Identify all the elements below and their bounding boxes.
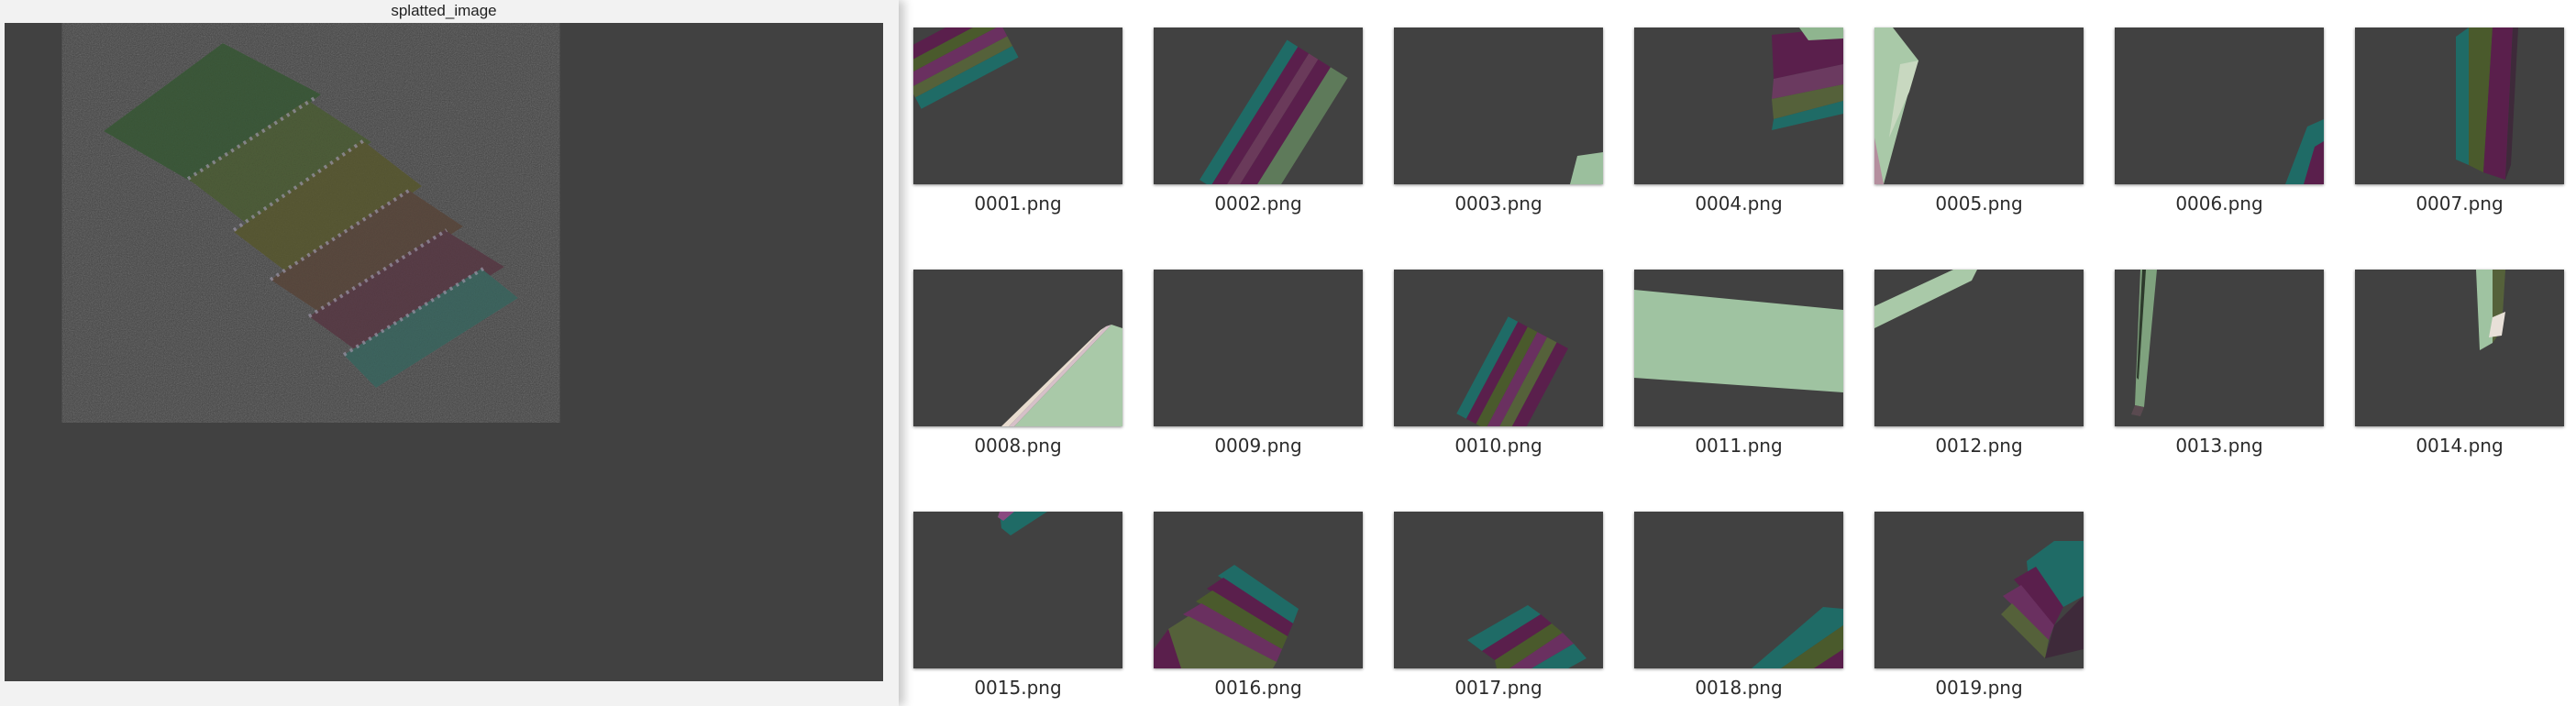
file-name: 0011.png [1695,435,1783,457]
file-item[interactable]: 0001.png [908,0,1122,215]
file-thumbnail[interactable] [913,28,1122,184]
file-item[interactable]: 0008.png [908,242,1122,457]
file-name: 0019.png [1935,677,2023,699]
file-thumbnail[interactable] [1394,28,1603,184]
thumbnail-image [1634,290,1843,392]
file-name: 0018.png [1695,677,1783,699]
thumbnail-image [1874,28,1918,184]
file-grid: 0001.png 0002.png 0003.png 0004.png 0005… [908,0,2576,706]
file-name: 0008.png [974,435,1062,457]
thumbnail-image [2131,270,2157,416]
thumbnail-image [1752,607,1843,668]
file-name: 0014.png [2416,435,2504,457]
thumbnail-image [1467,605,1587,668]
file-thumbnail[interactable] [1634,270,1843,426]
file-thumbnail[interactable] [1874,28,2084,184]
thumbnail-image [2456,28,2518,180]
file-thumbnail[interactable] [2115,270,2324,426]
file-item[interactable]: 0018.png [1629,484,1843,699]
file-name: 0001.png [974,193,1062,215]
file-name: 0002.png [1214,193,1302,215]
file-item[interactable]: 0002.png [1148,0,1363,215]
thumbnail-image [1570,152,1603,184]
file-thumbnail[interactable] [1154,270,1363,426]
viewer-canvas [5,23,883,681]
file-item[interactable]: 0010.png [1388,242,1603,457]
file-name: 0013.png [2175,435,2263,457]
file-item[interactable]: 0009.png [1148,242,1363,457]
file-name: 0010.png [1454,435,1542,457]
thumbnail-image [2001,541,2084,658]
file-name: 0017.png [1454,677,1542,699]
file-thumbnail[interactable] [2115,28,2324,184]
file-thumbnail[interactable] [913,512,1122,668]
file-item[interactable]: 0012.png [1869,242,2084,457]
splatted-image [104,43,518,388]
file-item[interactable]: 0007.png [2349,0,2564,215]
file-name: 0012.png [1935,435,2023,457]
thumbnail-image [1154,270,1363,426]
viewer-title: splatted_image [391,2,497,19]
file-item[interactable]: 0004.png [1629,0,1843,215]
file-item[interactable]: 0011.png [1629,242,1843,457]
file-item[interactable]: 0019.png [1869,484,2084,699]
file-name: 0016.png [1214,677,1302,699]
file-item[interactable]: 0016.png [1148,484,1363,699]
image-viewer-window: splatted_image [0,0,899,706]
file-thumbnail[interactable] [913,270,1122,426]
thumbnail-image [1154,565,1299,668]
file-name: 0015.png [974,677,1062,699]
file-thumbnail[interactable] [2355,270,2564,426]
file-thumbnail[interactable] [1394,270,1603,426]
file-thumbnail[interactable] [1874,270,2084,426]
file-thumbnail[interactable] [1634,28,1843,184]
file-thumbnail[interactable] [1154,512,1363,668]
thumbnail-image [2285,119,2324,184]
file-item[interactable]: 0017.png [1388,484,1603,699]
thumbnail-image [1456,316,1568,426]
file-thumbnail[interactable] [1874,512,2084,668]
file-item[interactable]: 0014.png [2349,242,2564,457]
file-item[interactable]: 0006.png [2109,0,2324,215]
file-name: 0005.png [1935,193,2023,215]
thumbnail-image [1874,270,1977,328]
file-name: 0006.png [2175,193,2263,215]
file-thumbnail[interactable] [1394,512,1603,668]
file-name: 0009.png [1214,435,1302,457]
thumbnail-image [998,512,1047,535]
file-thumbnail[interactable] [2355,28,2564,184]
thumbnail-image [1200,39,1348,184]
file-name: 0003.png [1454,193,1542,215]
file-name: 0007.png [2416,193,2504,215]
file-item[interactable]: 0003.png [1388,0,1603,215]
file-item[interactable]: 0013.png [2109,242,2324,457]
thumbnail-image [1772,28,1843,130]
file-item[interactable]: 0005.png [1869,0,2084,215]
file-name: 0004.png [1695,193,1783,215]
thumbnail-image [2476,270,2505,350]
thumbnail-image [1001,325,1122,426]
thumbnail-image [913,28,1019,109]
file-thumbnail[interactable] [1634,512,1843,668]
file-item[interactable]: 0015.png [908,484,1122,699]
file-thumbnail[interactable] [1154,28,1363,184]
